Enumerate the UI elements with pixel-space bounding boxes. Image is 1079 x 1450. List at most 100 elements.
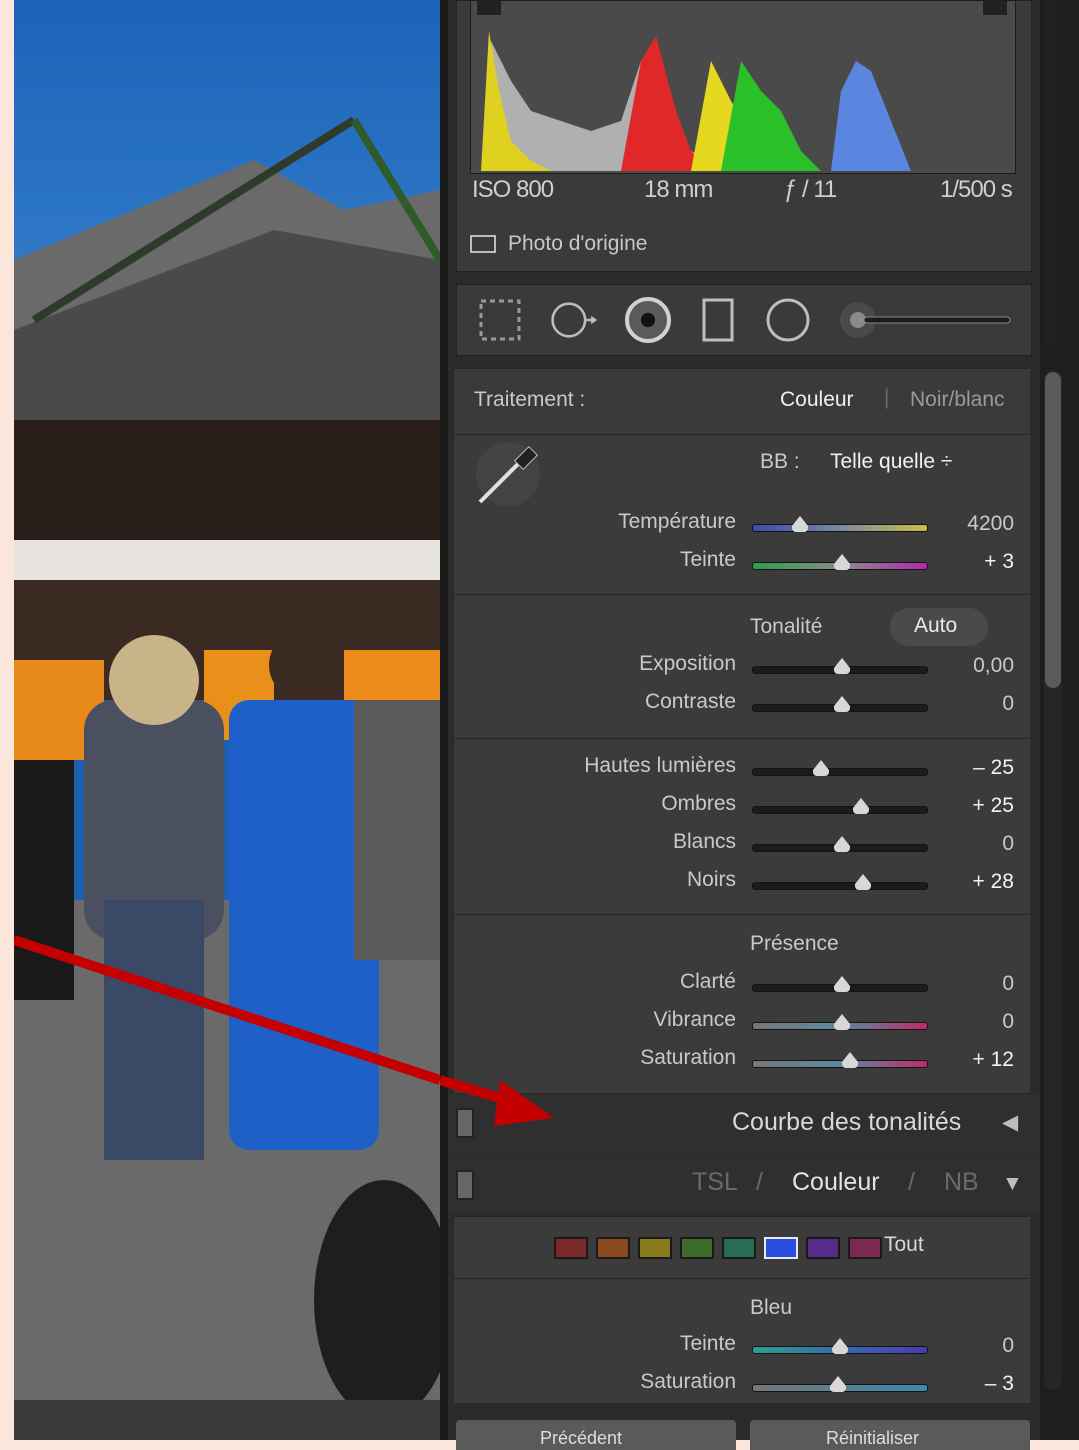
- slider-thumb[interactable]: [854, 874, 871, 890]
- tab-color[interactable]: Couleur: [792, 1168, 880, 1197]
- tab-separator-1: /: [756, 1168, 763, 1196]
- graduated-filter-tool-icon[interactable]: [694, 296, 742, 344]
- slider-track[interactable]: [752, 696, 928, 712]
- slider-value[interactable]: + 3: [934, 550, 1014, 574]
- slider-track[interactable]: [752, 874, 928, 890]
- original-photo-label: Photo d'origine: [508, 232, 648, 255]
- slider-thumb[interactable]: [832, 1338, 848, 1354]
- slider-thumb[interactable]: [833, 696, 850, 712]
- color-swatch[interactable]: [596, 1237, 630, 1259]
- slider-value[interactable]: 0: [934, 1334, 1014, 1358]
- slider-track[interactable]: [752, 1376, 928, 1392]
- slider-label: Saturation: [640, 1370, 736, 1393]
- annotation-arrow: [440, 1075, 554, 1126]
- hsl-switch[interactable]: [456, 1170, 474, 1200]
- slider-value[interactable]: + 25: [934, 794, 1014, 818]
- photo-preview[interactable]: [14, 0, 440, 1400]
- slider-label: Contraste: [644, 690, 736, 713]
- wb-preset-select[interactable]: Telle quelle ÷: [830, 450, 952, 474]
- slider-track[interactable]: [752, 836, 928, 852]
- slider-thumb[interactable]: [842, 1052, 859, 1068]
- color-swatch[interactable]: [722, 1237, 756, 1259]
- slider-label: Teinte: [679, 548, 736, 571]
- treatment-separator: |: [884, 386, 890, 409]
- slider-value[interactable]: 0: [934, 692, 1014, 716]
- eyedropper-icon[interactable]: [474, 440, 542, 508]
- panel-divider[interactable]: [440, 0, 448, 1440]
- slider-value[interactable]: 0: [934, 1010, 1014, 1034]
- original-photo-toggle[interactable]: Photo d'origine: [470, 228, 647, 260]
- all-colors-label[interactable]: Tout: [884, 1233, 924, 1257]
- slider-label: Blancs: [672, 830, 736, 853]
- slider-value[interactable]: + 12: [934, 1048, 1014, 1072]
- selected-color-title: Bleu: [750, 1296, 793, 1319]
- original-photo-checkbox[interactable]: [470, 235, 496, 253]
- slider-thumb[interactable]: [791, 516, 808, 532]
- radial-filter-tool-icon[interactable]: [764, 296, 812, 344]
- treatment-bw-option[interactable]: Noir/blanc: [910, 388, 1005, 412]
- spot-removal-tool-icon[interactable]: [550, 296, 598, 344]
- slider-value[interactable]: 0,00: [934, 654, 1014, 678]
- slider-track[interactable]: [752, 1052, 928, 1068]
- presence-title: Présence: [750, 932, 839, 955]
- slider-value[interactable]: – 25: [934, 756, 1014, 780]
- adjustment-brush-slider[interactable]: [836, 296, 1016, 344]
- hsl-collapse-icon[interactable]: ▼: [1002, 1172, 1023, 1196]
- treatment-color-option[interactable]: Couleur: [780, 388, 854, 412]
- slider-label: Teinte: [679, 1332, 736, 1355]
- color-swatch[interactable]: [680, 1237, 714, 1259]
- slider-value[interactable]: – 3: [934, 1372, 1014, 1396]
- exif-aperture: ƒ / 11: [784, 176, 837, 203]
- crop-tool-icon[interactable]: [476, 296, 524, 344]
- slider-value[interactable]: 0: [934, 972, 1014, 996]
- slider-track[interactable]: [752, 1338, 928, 1354]
- slider-thumb[interactable]: [830, 1376, 847, 1392]
- tab-tsl[interactable]: TSL: [692, 1168, 738, 1197]
- treatment-label: Traitement :: [474, 388, 586, 411]
- auto-tone-label: Auto: [914, 614, 958, 637]
- slider-thumb[interactable]: [833, 976, 850, 992]
- slider-track[interactable]: [752, 516, 928, 532]
- exif-shutter: 1/500 s: [940, 176, 1013, 203]
- slider-label: Ombres: [661, 792, 736, 815]
- slider-track[interactable]: [752, 1014, 928, 1030]
- scrollbar-thumb[interactable]: [1045, 372, 1061, 688]
- slider-label: Exposition: [639, 652, 736, 675]
- previous-button[interactable]: Précédent: [456, 1420, 736, 1450]
- red-eye-tool-icon[interactable]: [624, 296, 672, 344]
- slider-track[interactable]: [752, 798, 928, 814]
- slider-track[interactable]: [752, 976, 928, 992]
- color-swatch[interactable]: [638, 1237, 672, 1259]
- tone-title: Tonalité: [750, 615, 823, 638]
- slider-label: Noirs: [686, 868, 736, 891]
- slider-track[interactable]: [752, 658, 928, 674]
- auto-tone-button[interactable]: Auto: [890, 608, 988, 646]
- tab-nb[interactable]: NB: [944, 1168, 979, 1197]
- slider-label: Température: [618, 510, 736, 533]
- color-swatch[interactable]: [848, 1237, 882, 1259]
- slider-thumb[interactable]: [833, 658, 850, 674]
- slider-thumb[interactable]: [833, 554, 850, 570]
- slider-track[interactable]: [752, 554, 928, 570]
- histogram-plot[interactable]: [470, 0, 1016, 174]
- histogram-graph: [477, 1, 1007, 171]
- slider-thumb[interactable]: [833, 836, 850, 852]
- reset-button[interactable]: Réinitialiser: [750, 1420, 1030, 1450]
- tone-curve-collapse-icon[interactable]: ◀: [1002, 1110, 1018, 1135]
- photo-image: [14, 0, 440, 1400]
- slider-value[interactable]: + 28: [934, 870, 1014, 894]
- slider-thumb[interactable]: [833, 1014, 850, 1030]
- wb-label: BB :: [760, 450, 800, 473]
- previous-button-label: Précédent: [540, 1428, 623, 1448]
- slider-value[interactable]: 4200: [934, 512, 1014, 536]
- color-swatch[interactable]: [806, 1237, 840, 1259]
- exif-focal: 18 mm: [644, 176, 713, 203]
- slider-thumb[interactable]: [852, 798, 869, 814]
- upper-scrollbar[interactable]: [1044, 0, 1062, 350]
- slider-label: Hautes lumières: [584, 754, 736, 777]
- color-swatch[interactable]: [764, 1237, 798, 1259]
- slider-track[interactable]: [752, 760, 928, 776]
- slider-thumb[interactable]: [812, 760, 829, 776]
- slider-value[interactable]: 0: [934, 832, 1014, 856]
- color-swatch[interactable]: [554, 1237, 588, 1259]
